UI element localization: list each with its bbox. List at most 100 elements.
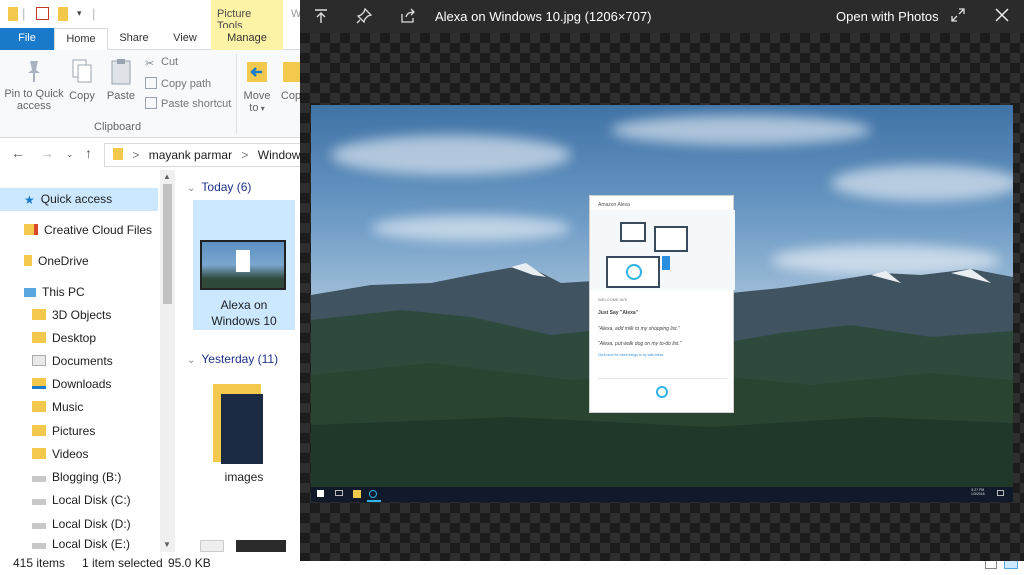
copy-to-label: Cop [280,90,302,102]
back-arrow-icon[interactable]: ← [11,145,25,161]
separator: | [92,6,96,21]
folder-tile-images[interactable]: images [193,378,295,488]
music-icon [32,401,46,412]
nav-item-local-disk-e[interactable]: Local Disk (E:) [32,536,130,552]
tab-view[interactable]: View [162,28,208,50]
alexa-listen-ring-icon [656,386,668,398]
weather-icon [654,226,688,252]
copy-path-button[interactable]: Copy path [145,77,211,90]
scroll-up-arrow-icon[interactable]: ▲ [163,172,171,181]
cloud-folder-icon [24,224,38,235]
group-label: Today (6) [201,180,252,194]
open-with-photos-button[interactable]: Open with Photos [836,9,939,24]
nav-item-local-disk-d[interactable]: Local Disk (D:) [32,513,131,536]
file-name: images [224,470,264,484]
paste-button[interactable]: Paste [104,58,138,102]
nav-item-quick-access[interactable]: ★ Quick access [0,188,158,211]
clock-date: 1/3/2018 [971,492,985,496]
alexa-example-1: "Alexa, add milk to my shopping list." [598,326,680,332]
properties-icon[interactable] [36,7,49,20]
scroll-thumb[interactable] [163,184,172,304]
cut-button[interactable]: ✂ Cut [145,56,178,70]
photo-image[interactable]: Amazon Alexa WELCOME AVS Just Say "Alexa… [311,105,1013,502]
nav-item-creative-cloud[interactable]: Creative Cloud Files [24,219,152,242]
nav-item-videos[interactable]: Videos [32,443,88,466]
item-count: 415 items [13,556,66,570]
ribbon-tabs: File Home Share View Manage [0,28,300,51]
paste-shortcut-button[interactable]: Paste shortcut [145,97,231,110]
new-folder-icon[interactable] [58,7,68,21]
divider [598,378,727,379]
copy-to-button[interactable]: Cop [280,58,302,102]
breadcrumb-mayank-parmar[interactable]: mayank parmar [149,148,232,162]
nav-item-onedrive[interactable]: OneDrive [24,250,89,273]
group-label: Yesterday (11) [201,352,279,366]
active-indicator [367,500,381,502]
nav-item-downloads[interactable]: Downloads [32,373,111,396]
nav-item-label: Documents [52,354,113,368]
separator: | [22,6,26,21]
nav-item-blogging-drive[interactable]: Blogging (B:) [32,466,121,489]
nav-item-documents[interactable]: Documents [32,350,113,373]
tab-home[interactable]: Home [54,28,108,51]
share-icon[interactable] [399,8,417,26]
copy-to-icon [283,62,302,82]
nav-item-this-pc[interactable]: This PC [24,281,85,304]
copy-path-icon [145,77,157,89]
scissors-icon: ✂ [145,58,155,70]
nav-item-pictures[interactable]: Pictures [32,420,95,443]
photo-viewer-window: Alexa on Windows 10.jpg (1206×707) Open … [300,0,1024,561]
pictures-icon [32,425,46,436]
folder-icon[interactable] [8,7,18,21]
breadcrumb-separator: > [132,148,140,162]
scroll-down-arrow-icon[interactable]: ▼ [163,540,171,549]
nav-item-label: 3D Objects [52,308,112,322]
recent-locations-chevron-icon[interactable]: ⌄ [66,149,74,160]
nav-item-music[interactable]: Music [32,396,83,419]
group-divider [236,54,237,134]
forward-arrow-icon[interactable]: → [40,145,54,161]
pin-to-quick-access-button[interactable]: Pin to Quick access [4,58,64,112]
group-header-yesterday[interactable]: ⌄ Yesterday (11) [187,352,278,366]
address-bar[interactable]: > mayank parmar > Windows L [104,143,304,167]
alexa-app-name: Amazon Alexa [598,202,630,208]
close-icon[interactable] [993,8,1011,26]
paste-icon [111,59,131,85]
tab-file[interactable]: File [0,28,54,50]
copy-label: Copy [69,90,95,102]
folder-icon [213,384,263,464]
upload-icon[interactable] [312,8,330,26]
file-thumbnail-partial[interactable] [236,540,286,552]
pin-icon [28,61,40,82]
group-header-today[interactable]: ⌄ Today (6) [187,180,251,194]
drive-icon [32,476,46,482]
breadcrumb-windows[interactable]: Windows L [258,148,303,162]
nav-item-label: Creative Cloud Files [44,223,153,237]
navigation-scrollbar[interactable]: ▲ ▼ [160,170,175,552]
folder-icon [24,255,32,266]
folder-preview [221,394,263,464]
computer-icon [24,288,36,297]
file-name-line: Windows 10 [211,314,277,328]
drive-icon [32,523,46,529]
move-to-icon [247,62,267,82]
nav-item-desktop[interactable]: Desktop [32,327,96,350]
tab-share[interactable]: Share [112,28,156,50]
nav-item-3d-objects[interactable]: 3D Objects [32,304,111,327]
nav-item-local-disk-c[interactable]: Local Disk (C:) [32,489,131,512]
nav-item-label: Videos [52,447,89,461]
file-tile-alexa-on-windows-10[interactable]: Alexa on Windows 10 [193,200,295,330]
folder-icon [32,309,46,320]
copy-button[interactable]: Copy [66,58,98,102]
thumbnail-dialog [236,250,250,272]
up-arrow-icon[interactable]: ↑ [85,145,92,161]
nav-item-label: Quick access [40,192,113,206]
tab-manage[interactable]: Manage [211,28,283,50]
file-thumbnail-partial[interactable] [200,540,224,552]
fullscreen-icon[interactable] [949,8,967,26]
pin-icon[interactable] [355,7,373,26]
move-to-button[interactable]: Move to ▾ [240,58,274,115]
drive-icon [32,543,46,549]
folder-icon [32,332,46,343]
customize-toolbar-icon[interactable]: ▾ [77,8,82,19]
